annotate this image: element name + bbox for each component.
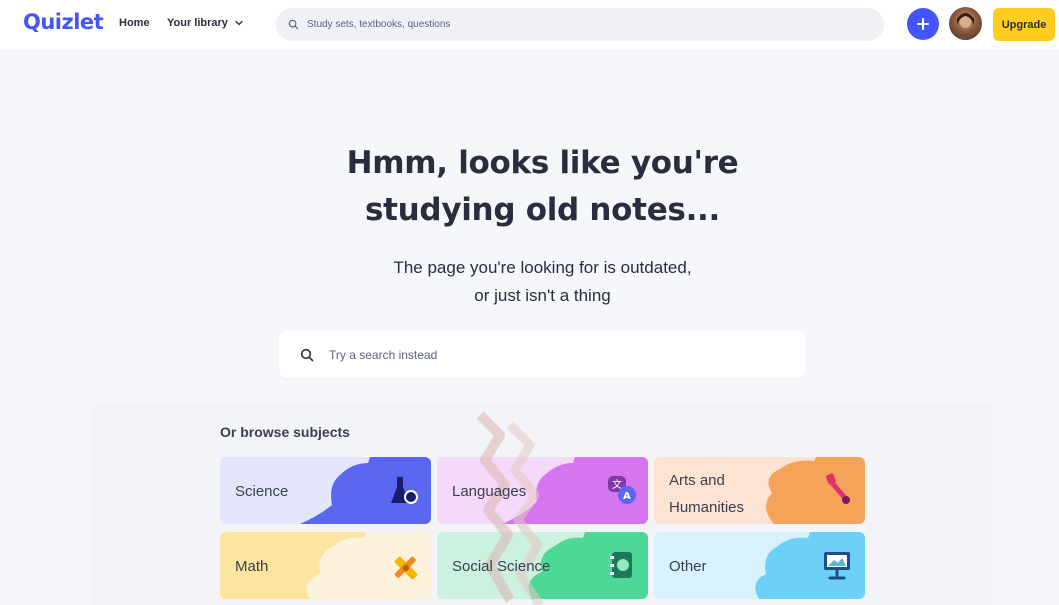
paintbrush-icon [826,473,850,504]
subject-tile-arts-humanities[interactable]: Arts and Humanities [654,457,865,524]
subject-tile-social-science[interactable]: Social Science [437,532,648,599]
nav-library-dropdown[interactable]: Your library [167,17,244,29]
search-icon [288,19,299,30]
svg-text:A: A [623,491,631,502]
user-avatar[interactable] [949,7,982,40]
subject-label: Math [235,558,269,575]
plus-icon [917,18,929,30]
ruler-pencil-icon [394,556,418,580]
top-nav: Quizlet Home Your library Upgrade [0,0,1059,51]
flask-icon [391,477,418,504]
subject-tile-math[interactable]: Math [220,532,431,599]
subtitle-line-2: or just isn't a thing [474,286,611,305]
subtitle-line-1: The page you're looking for is outdated, [393,258,692,277]
subject-label: Social Science [452,558,551,575]
browse-subjects-title: Or browse subjects [220,424,350,440]
subject-label: Science [235,483,289,500]
search-instead-input[interactable] [327,346,781,363]
translate-icon: 文 A [608,476,636,504]
subject-tile-languages[interactable]: Languages 文 A [437,457,648,524]
label-line-2: Humanities [669,499,745,516]
subject-label: Languages [452,483,527,500]
heading-line-1: Hmm, looks like you're [346,145,739,181]
nav-library-label: Your library [167,17,228,29]
subject-tile-other[interactable]: Other [654,532,865,599]
create-button[interactable] [907,8,939,40]
search-instead-bar[interactable] [279,331,806,378]
presentation-icon [824,552,850,580]
quizlet-logo[interactable]: Quizlet [23,10,104,34]
page-subtitle: The page you're looking for is outdated,… [0,254,1059,310]
page-heading: Hmm, looks like you're studying old note… [0,140,1059,234]
search-icon [300,348,314,361]
chevron-down-icon [235,20,243,26]
global-search-input[interactable] [305,18,869,31]
label-line-1: Arts and [669,472,725,489]
nav-home-link[interactable]: Home [119,17,150,29]
subject-tile-science[interactable]: Science [220,457,431,524]
subject-label: Arts and Humanities [669,467,744,521]
upgrade-button[interactable]: Upgrade [993,8,1055,41]
globe-book-icon [610,552,632,578]
heading-line-2: studying old notes... [364,192,720,228]
avatar-image [954,13,977,40]
subject-label: Other [669,558,707,575]
global-search-bar[interactable] [276,8,884,41]
